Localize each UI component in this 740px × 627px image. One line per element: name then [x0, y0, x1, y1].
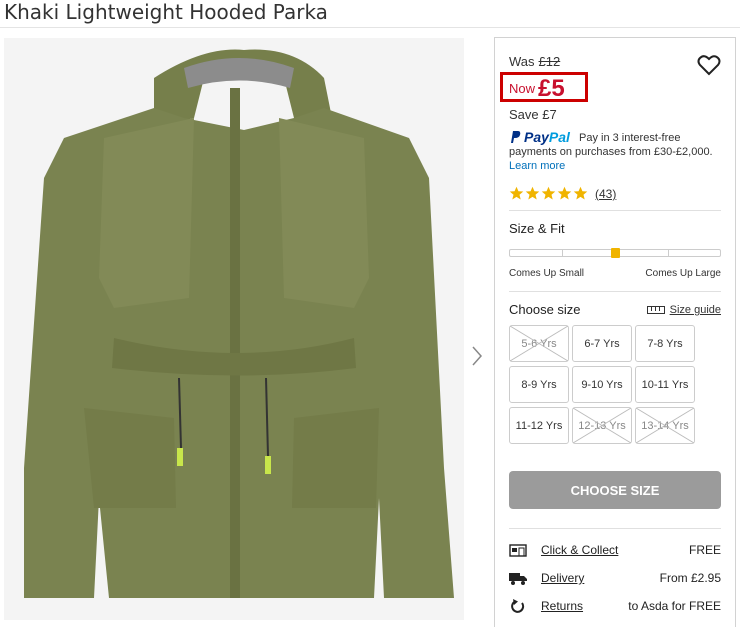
size-options: 5-6 Yrs 6-7 Yrs 7-8 Yrs 8-9 Yrs 9-10 Yrs 10-1… — [509, 325, 699, 444]
paypal-logo: Pay Pal — [509, 130, 570, 144]
size-option[interactable]: 11-12 Yrs — [509, 407, 569, 444]
product-info-panel: Was £12 Now £5 Save £7 Pay Pal Pay in 3 int… — [494, 37, 736, 627]
fit-small-label: Comes Up Small — [509, 268, 585, 279]
size-option-label: 8-9 Yrs — [521, 378, 557, 391]
returns-value: to Asda for FREE — [628, 599, 721, 613]
unavailable-cross — [510, 326, 568, 361]
size-option[interactable]: 10-11 Yrs — [635, 366, 695, 403]
size-option-label: 6-7 Yrs — [584, 337, 620, 350]
star-icon — [541, 186, 556, 200]
returns-icon — [511, 599, 525, 613]
paypal-message: Pay Pal Pay in 3 interest-free payments o… — [509, 130, 729, 173]
store-icon — [509, 544, 527, 557]
star-icon — [573, 186, 588, 200]
click-collect-row: Click & Collect FREE — [509, 541, 721, 559]
now-label: Now — [509, 81, 536, 96]
star-icon — [509, 186, 524, 200]
unavailable-cross — [636, 408, 694, 443]
heart-icon[interactable] — [697, 54, 721, 76]
truck-icon — [509, 573, 527, 585]
parka-illustration — [4, 38, 464, 620]
paypal-learn-more-link[interactable]: Learn more — [509, 159, 729, 173]
size-option-label: 11-12 Yrs — [515, 419, 563, 432]
click-collect-value: FREE — [688, 543, 721, 557]
paypal-icon — [511, 131, 521, 143]
size-fit-title: Size & Fit — [509, 221, 565, 236]
size-option[interactable]: 5-6 Yrs — [509, 325, 569, 362]
ruler-icon — [646, 306, 665, 314]
divider — [509, 528, 721, 529]
fit-large-label: Comes Up Large — [645, 268, 721, 279]
size-option[interactable]: 9-10 Yrs — [572, 366, 632, 403]
star-icon — [557, 186, 572, 200]
size-option[interactable]: 8-9 Yrs — [509, 366, 569, 403]
size-option-label: 9-10 Yrs — [581, 378, 623, 391]
click-collect-link[interactable]: Click & Collect — [541, 543, 618, 557]
delivery-row: Delivery From £2.95 — [509, 569, 721, 587]
size-option[interactable]: 13-14 Yrs — [635, 407, 695, 444]
now-price: Now £5 — [509, 75, 565, 103]
was-value: £12 — [538, 54, 561, 69]
divider — [509, 210, 721, 211]
size-option-label: 10-11 Yrs — [641, 378, 689, 391]
product-image — [4, 38, 464, 620]
fit-scale — [509, 248, 721, 258]
save-amount: Save £7 — [509, 107, 557, 122]
fit-marker — [610, 248, 620, 258]
size-option[interactable]: 12-13 Yrs — [572, 407, 632, 444]
product-title: Khaki Lightweight Hooded Parka — [4, 0, 328, 24]
now-value: £5 — [538, 75, 565, 102]
size-option[interactable]: 6-7 Yrs — [572, 325, 632, 362]
was-price: Was £12 — [509, 54, 560, 69]
star-icon — [525, 186, 540, 200]
returns-link[interactable]: Returns — [541, 599, 583, 613]
was-label: Was — [509, 54, 535, 69]
delivery-value: From £2.95 — [659, 571, 721, 585]
size-option[interactable]: 7-8 Yrs — [635, 325, 695, 362]
size-guide-label: Size guide — [669, 304, 721, 316]
size-guide-link[interactable]: Size guide — [646, 304, 721, 316]
size-option-label: 7-8 Yrs — [647, 337, 683, 350]
choose-size-label: Choose size — [509, 302, 581, 317]
paypal-word-a: Pay — [524, 129, 549, 145]
choose-size-button[interactable]: CHOOSE SIZE — [509, 471, 721, 509]
review-count-link[interactable]: (43) — [595, 187, 616, 201]
unavailable-cross — [573, 408, 631, 443]
rating[interactable]: (43) — [509, 186, 616, 201]
delivery-link[interactable]: Delivery — [541, 571, 584, 585]
title-divider — [0, 27, 740, 28]
divider — [509, 291, 721, 292]
returns-row: Returns to Asda for FREE — [509, 597, 721, 615]
paypal-word-b: Pal — [548, 129, 570, 145]
next-image-icon[interactable] — [470, 344, 484, 368]
